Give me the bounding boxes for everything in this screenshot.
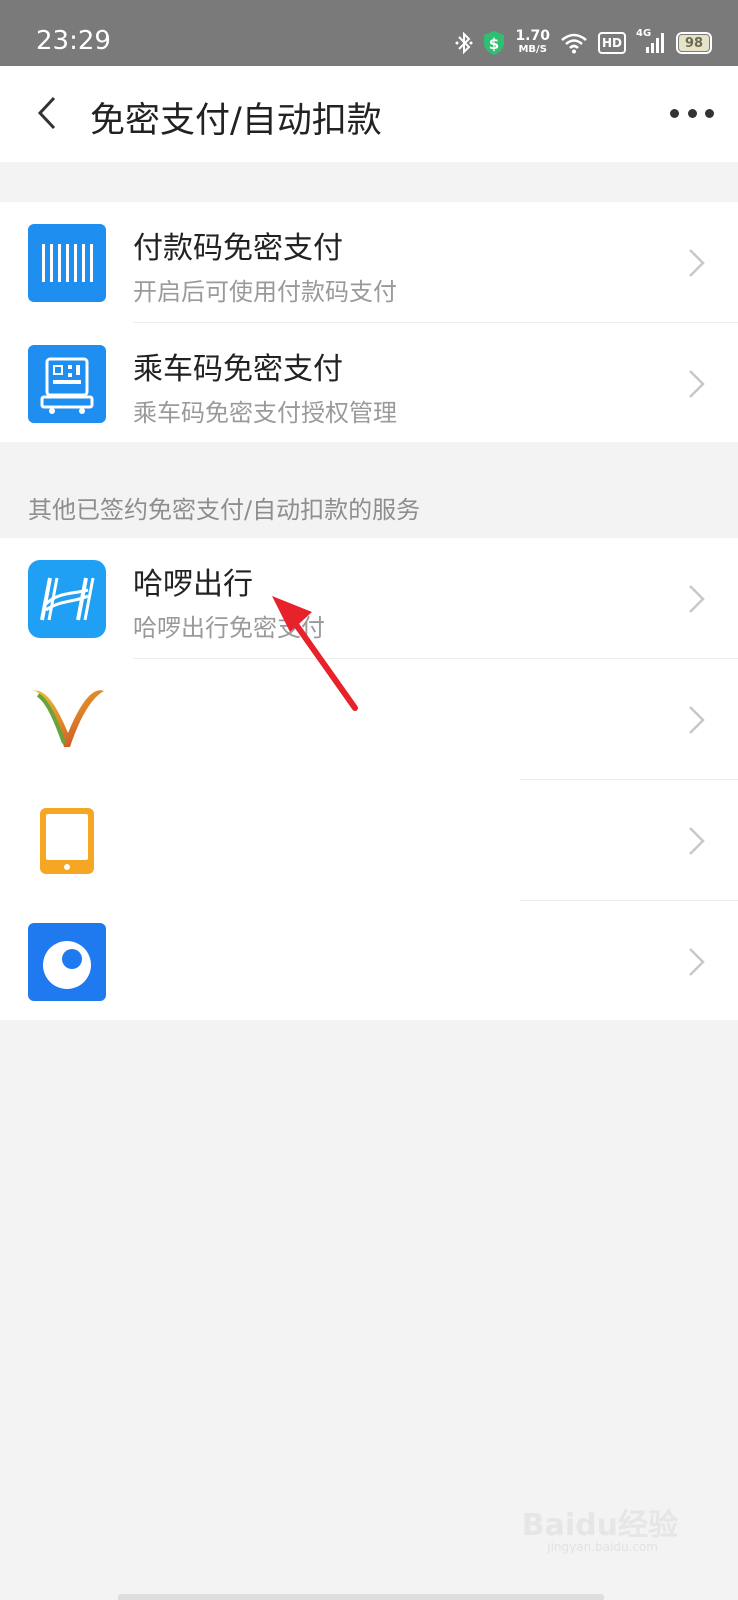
bus-qr-icon bbox=[28, 345, 106, 423]
hello-logo-icon bbox=[28, 560, 106, 638]
status-icons: $ 1.70 MB/S HD 4G 98 bbox=[455, 28, 712, 58]
row-subtitle: 哈啰出行免密支付 bbox=[133, 614, 325, 642]
status-bar: 23:29 $ 1.70 MB/S HD 4G 98 bbox=[0, 0, 738, 66]
row-subtitle: 乘车码免密支付授权管理 bbox=[133, 399, 397, 427]
bus-code-row[interactable]: 乘车码免密支付 乘车码免密支付授权管理 bbox=[0, 323, 738, 443]
barcode-icon bbox=[28, 224, 106, 302]
baidu-watermark: Baidu经验 bbox=[521, 1508, 678, 1543]
hd-icon: HD bbox=[597, 32, 626, 54]
shield-dollar-icon: $ bbox=[483, 30, 505, 56]
signal-icon: 4G bbox=[636, 28, 666, 55]
chevron-right-icon bbox=[689, 706, 705, 734]
row-title: 乘车码免密支付 bbox=[133, 352, 343, 387]
battery-percent: 98 bbox=[684, 35, 704, 51]
dot bbox=[705, 108, 714, 118]
chevron-right-icon bbox=[689, 370, 705, 398]
chevron-right-icon bbox=[689, 585, 705, 613]
bluetooth-icon bbox=[455, 30, 473, 56]
service-row-tablet[interactable] bbox=[0, 780, 738, 900]
row-subtitle: 开启后可使用付款码支付 bbox=[133, 278, 397, 306]
network-type-label: 4G bbox=[636, 28, 652, 39]
status-time: 23:29 bbox=[36, 26, 111, 56]
chevron-right-icon bbox=[689, 827, 705, 855]
service-row-droplet[interactable] bbox=[0, 901, 738, 1021]
service-row-v[interactable] bbox=[0, 659, 738, 779]
battery-icon: 98 bbox=[676, 32, 712, 54]
more-dots-icon[interactable] bbox=[670, 106, 714, 120]
row-title: 付款码免密支付 bbox=[133, 231, 343, 266]
section-label: 其他已签约免密支付/自动扣款的服务 bbox=[28, 496, 421, 524]
v-logo-icon bbox=[28, 681, 106, 759]
chevron-left-icon[interactable] bbox=[32, 96, 66, 130]
net-speed: 1.70 MB/S bbox=[515, 28, 550, 56]
dot bbox=[670, 108, 679, 118]
home-indicator bbox=[118, 1594, 604, 1600]
page-title: 免密支付/自动扣款 bbox=[90, 101, 382, 141]
row-title: 哈啰出行 bbox=[133, 567, 253, 602]
net-speed-value: 1.70 bbox=[515, 28, 550, 44]
nav-bar: 免密支付/自动扣款 bbox=[0, 66, 738, 162]
net-speed-unit: MB/S bbox=[518, 44, 547, 55]
builtin-payment-group: 付款码免密支付 开启后可使用付款码支付 乘车码免密支付 乘车码免密支付授权管理 bbox=[0, 202, 738, 442]
svg-text:$: $ bbox=[489, 35, 499, 53]
service-row-hello[interactable]: 哈啰出行 哈啰出行免密支付 bbox=[0, 538, 738, 658]
dot bbox=[687, 108, 697, 118]
wifi-icon bbox=[560, 32, 588, 54]
droplet-logo-icon bbox=[28, 923, 106, 1001]
baidu-watermark-url: jingyan.baidu.com bbox=[547, 1540, 658, 1554]
tablet-icon bbox=[28, 802, 106, 880]
chevron-right-icon bbox=[689, 948, 705, 976]
signed-services-group: 哈啰出行 哈啰出行免密支付 bbox=[0, 538, 738, 1020]
payment-code-row[interactable]: 付款码免密支付 开启后可使用付款码支付 bbox=[0, 202, 738, 322]
chevron-right-icon bbox=[689, 249, 705, 277]
